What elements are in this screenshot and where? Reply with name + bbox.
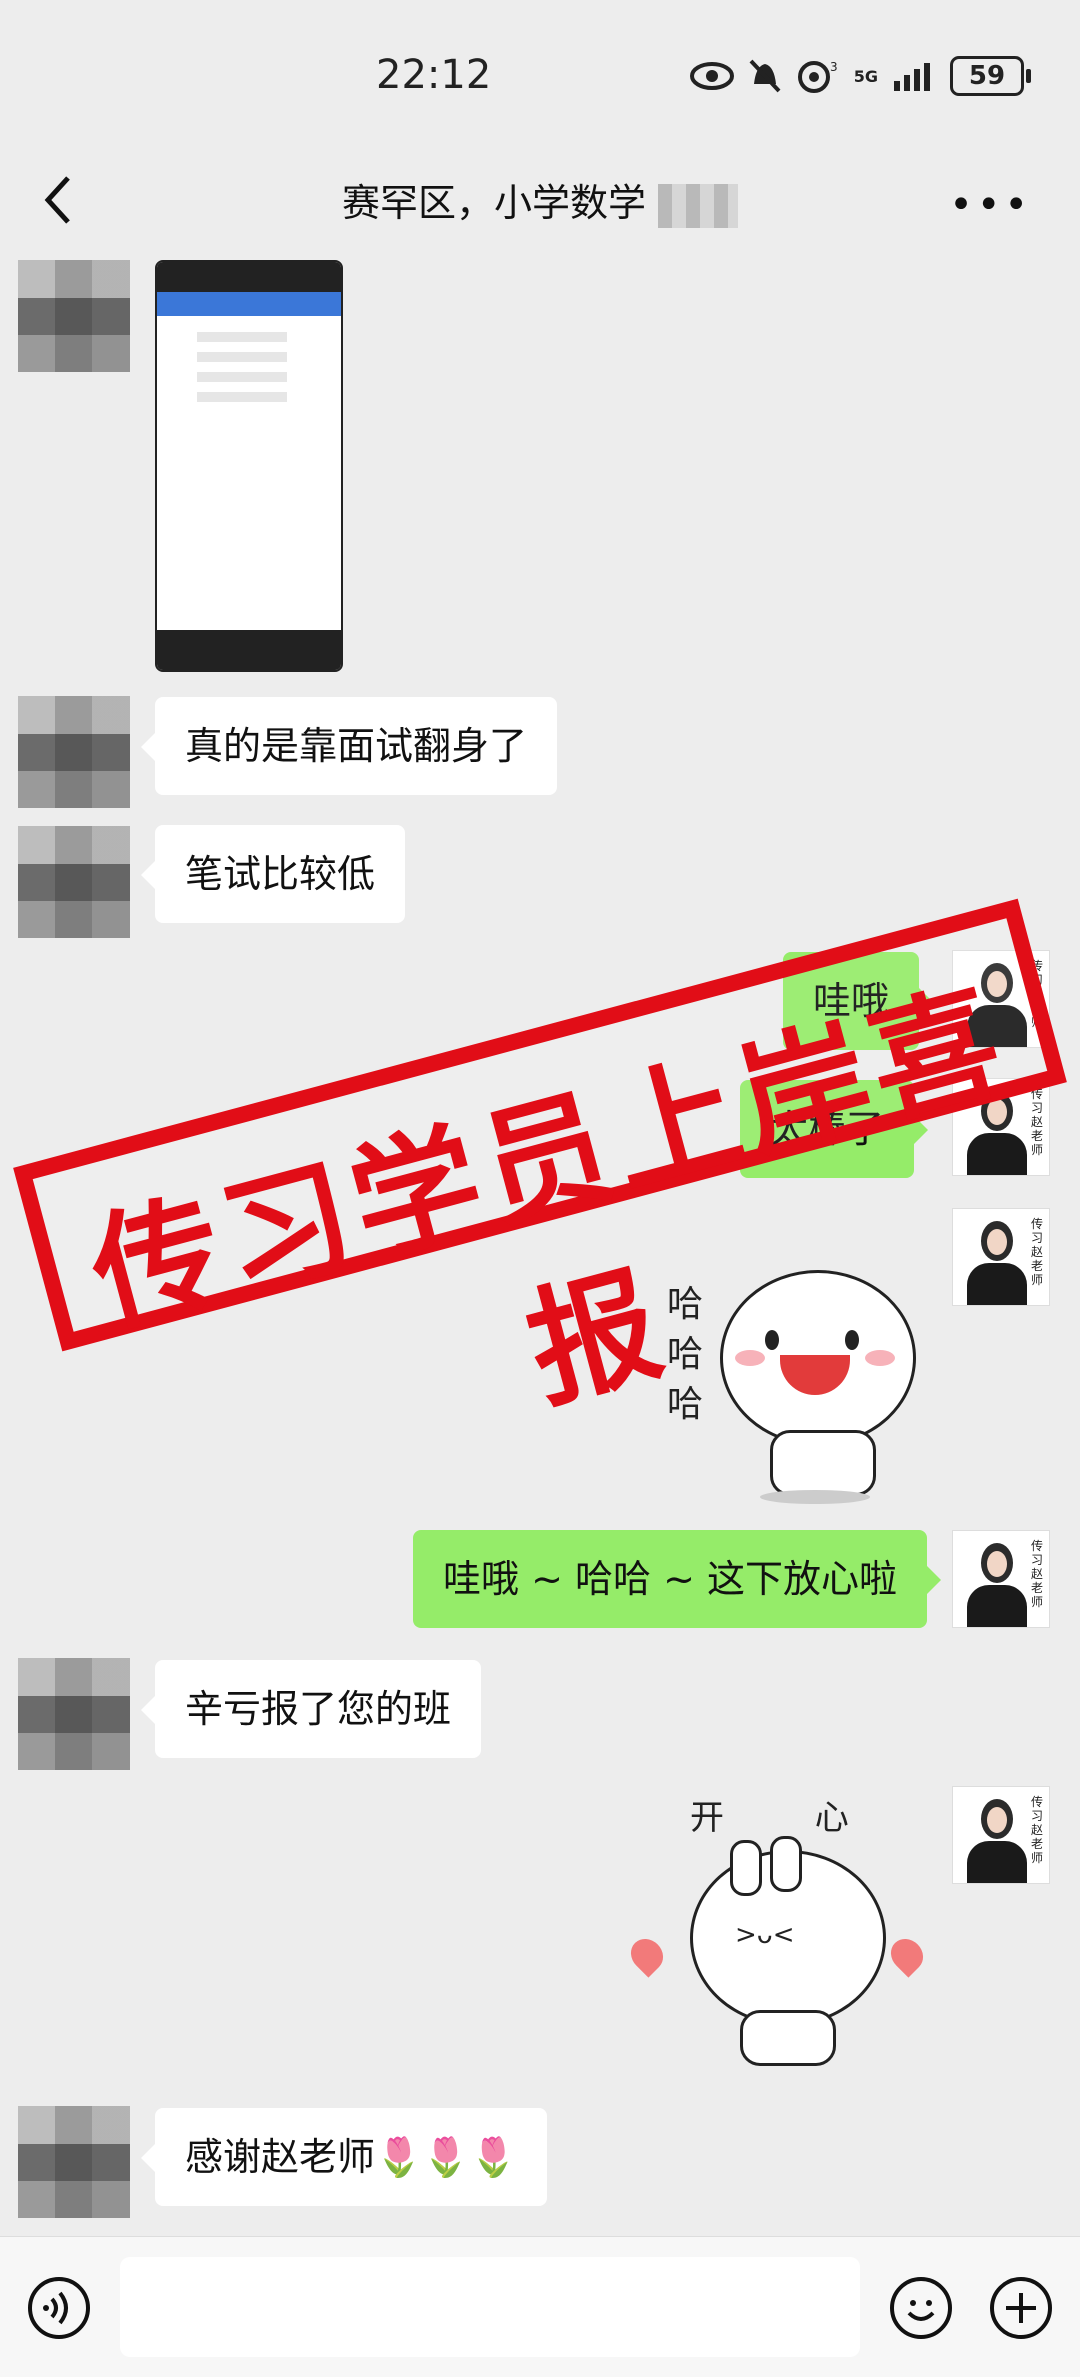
avatar-teacher[interactable]: 传习赵老师 — [952, 1786, 1050, 1884]
avatar-caption: 传习赵老师 — [1031, 1539, 1044, 1609]
status-icons: 3 5G 59 — [689, 56, 1031, 96]
chat-header: 赛罕区，小学数学 ••• — [0, 150, 1080, 250]
bunny-ear — [770, 1836, 802, 1892]
status-time: 22:12 — [376, 52, 492, 98]
chat-title: 赛罕区，小学数学 — [0, 172, 1080, 228]
battery-indicator: 59 — [950, 56, 1031, 96]
sticker-shadow — [760, 1490, 870, 1504]
avatar[interactable] — [18, 826, 130, 938]
avatar-body — [967, 1585, 1027, 1627]
image-grid — [197, 332, 287, 402]
bunny-ear — [730, 1840, 762, 1896]
message-input[interactable] — [120, 2257, 860, 2357]
avatar-teacher[interactable]: 传习赵老师 — [952, 1530, 1050, 1628]
avatar-face — [987, 1807, 1007, 1833]
sticker-happy-text: 开 心 — [690, 1798, 889, 1838]
network-label: 5G — [853, 66, 878, 86]
plus-icon[interactable] — [990, 2277, 1052, 2339]
happy-bunny-sticker[interactable]: 开 心 >ᴗ< — [624, 1780, 930, 2070]
message-bubble-incoming[interactable]: 真的是靠面试翻身了 — [140, 697, 558, 795]
image-bottom-bar — [157, 630, 341, 670]
heart-icon — [884, 1932, 930, 1978]
status-bar: 22:12 3 5G 59 — [0, 0, 1080, 150]
hotspot-icon: 3 — [797, 60, 838, 93]
avatar[interactable] — [18, 260, 130, 372]
image-top-bar — [157, 262, 341, 292]
message-bubble-incoming[interactable]: 感谢赵老师🌷🌷🌷 — [141, 2108, 547, 2206]
avatar-face — [987, 1551, 1007, 1577]
avatar-body — [967, 1841, 1027, 1883]
emoji-icon[interactable] — [890, 2277, 952, 2339]
image-message[interactable] — [155, 260, 343, 672]
message-bubble-outgoing[interactable]: 哇哦 ~ 哈哈 ~ 这下放心啦 — [413, 1530, 941, 1628]
blurred-name — [658, 183, 738, 228]
chat-title-text: 赛罕区，小学数学 — [341, 181, 646, 225]
more-dots-icon[interactable]: ••• — [949, 182, 1032, 228]
svg-text:3: 3 — [830, 60, 838, 74]
sticker-body — [740, 2010, 836, 2066]
heart-icon — [624, 1932, 670, 1978]
image-blue-bar — [157, 292, 341, 316]
sticker-cheek — [865, 1350, 895, 1366]
sticker-body — [770, 1430, 876, 1496]
eye-icon — [689, 62, 734, 90]
sticker-eyes: >ᴗ< — [735, 1920, 795, 1950]
message-bubble-incoming[interactable]: 辛亏报了您的班 — [140, 1660, 482, 1758]
voice-icon[interactable] — [28, 2277, 90, 2339]
avatar[interactable] — [18, 696, 130, 808]
input-bar — [0, 2236, 1080, 2377]
signal-icon — [894, 63, 930, 91]
message-bubble-incoming[interactable]: 笔试比较低 — [140, 825, 406, 923]
avatar[interactable] — [18, 1658, 130, 1770]
mute-bell-icon — [749, 59, 781, 93]
avatar[interactable] — [18, 2106, 130, 2218]
avatar-caption: 传习赵老师 — [1031, 1795, 1044, 1865]
